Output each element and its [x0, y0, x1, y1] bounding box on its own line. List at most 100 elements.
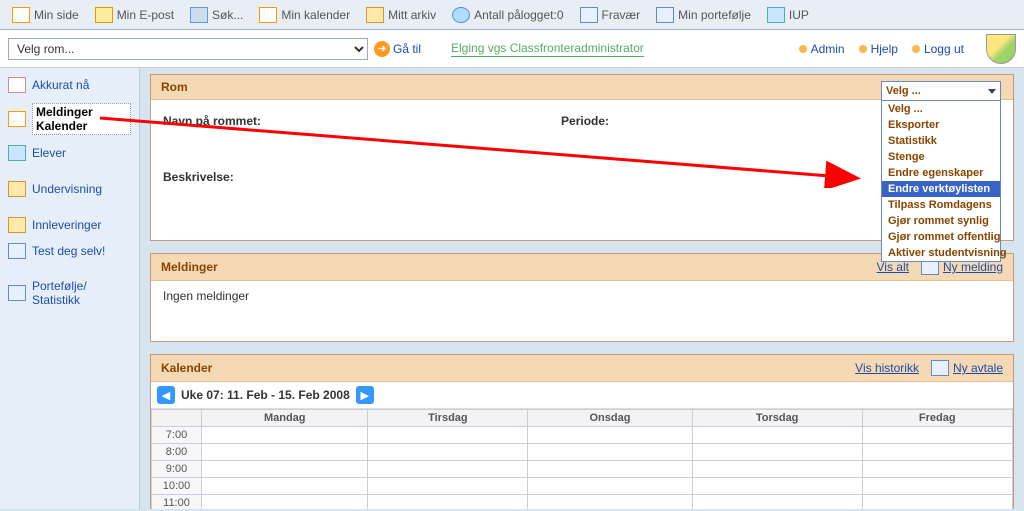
menu-min-side[interactable]: Min side: [6, 5, 85, 25]
rom-panel-header: Rom Velg ... Velg ...EksporterStatistikk…: [151, 75, 1013, 100]
calendar-time-cell: 8:00: [152, 444, 202, 461]
calendar-cell[interactable]: [528, 461, 692, 478]
page-icon: [8, 77, 26, 93]
calendar-row: 11:00: [152, 495, 1013, 510]
calendar-cell[interactable]: [862, 427, 1012, 444]
menu-iup[interactable]: IUP: [761, 5, 815, 25]
calendar-cell[interactable]: [368, 478, 528, 495]
rom-action-option[interactable]: Endre verktøylisten: [882, 181, 1000, 197]
menu-label: Min side: [34, 8, 79, 22]
kalender-panel-header: Kalender Vis historikk Ny avtale: [151, 355, 1013, 382]
calendar-cell[interactable]: [862, 495, 1012, 510]
calendar-cell[interactable]: [692, 427, 862, 444]
sidebar-item-innleveringer[interactable]: Innleveringer: [0, 212, 139, 238]
menu-fravaer[interactable]: Fravær: [574, 5, 647, 25]
menu-mitt-arkiv[interactable]: Mitt arkiv: [360, 5, 442, 25]
menu-min-epost[interactable]: Min E-post: [89, 5, 180, 25]
calendar-cell[interactable]: [692, 444, 862, 461]
calendar-cell[interactable]: [862, 478, 1012, 495]
shield-logo-icon: [986, 34, 1016, 64]
select-current-value: Velg ...: [886, 85, 921, 97]
rom-action-option[interactable]: Endre egenskaper: [882, 165, 1000, 181]
calendar-cell[interactable]: [528, 444, 692, 461]
no-messages-text: Ingen meldinger: [163, 289, 249, 303]
calendar-cell[interactable]: [202, 478, 368, 495]
calendar-cell[interactable]: [862, 461, 1012, 478]
go-label: Gå til: [393, 42, 421, 56]
menu-antall-palogget[interactable]: Antall pålogget:0: [446, 5, 569, 25]
document-icon: [580, 7, 598, 23]
calendar-cell[interactable]: [368, 461, 528, 478]
view-history-link[interactable]: Vis historikk: [855, 360, 919, 376]
sidebar-item-label: Portefølje/ Statistikk: [32, 279, 131, 307]
calendar-cell[interactable]: [202, 444, 368, 461]
main-content: Rom Velg ... Velg ...EksporterStatistikk…: [140, 68, 1024, 509]
new-appointment-link[interactable]: Ny avtale: [931, 360, 1003, 376]
calendar-cell[interactable]: [528, 495, 692, 510]
document-icon: [656, 7, 674, 23]
sidebar-item-elever[interactable]: Elever: [0, 140, 139, 166]
calendar-cell[interactable]: [862, 444, 1012, 461]
new-appointment-icon: [931, 360, 949, 376]
calendar-time-cell: 11:00: [152, 495, 202, 510]
menu-min-portefolje[interactable]: Min portefølje: [650, 5, 757, 25]
chevron-down-icon: [988, 89, 996, 94]
calendar-cell[interactable]: [202, 461, 368, 478]
rom-action-option[interactable]: Velg ...: [882, 101, 1000, 117]
rom-action-select[interactable]: Velg ... Velg ...EksporterStatistikkSten…: [881, 81, 1001, 262]
calendar-cell[interactable]: [528, 427, 692, 444]
calendar-cell[interactable]: [528, 478, 692, 495]
people-icon: [190, 7, 208, 23]
rom-action-option[interactable]: Eksporter: [882, 117, 1000, 133]
sidebar-item-akkurat-na[interactable]: Akkurat nå: [0, 72, 139, 98]
calendar-icon: [12, 7, 30, 23]
rom-action-select-head[interactable]: Velg ...: [881, 81, 1001, 101]
meldinger-panel: Meldinger Vis alt Ny melding Ingen meldi…: [150, 253, 1014, 342]
rom-action-option[interactable]: Gjør rommet offentlig: [882, 229, 1000, 245]
admin-link[interactable]: Admin: [799, 42, 845, 56]
calendar-cell[interactable]: [368, 495, 528, 510]
room-nav-bar: Velg rom... ➜ Gå til Elging vgs Classfro…: [0, 30, 1024, 68]
sidebar-item-label: Undervisning: [32, 182, 102, 196]
rom-action-option[interactable]: Statistikk: [882, 133, 1000, 149]
calendar-cell[interactable]: [692, 495, 862, 510]
classfronter-admin-link[interactable]: Elging vgs Classfronteradministrator: [451, 41, 644, 57]
calendar-table: MandagTirsdagOnsdagTorsdagFredag 7:008:0…: [151, 409, 1013, 509]
menu-min-kalender[interactable]: Min kalender: [253, 5, 356, 25]
calendar-cell[interactable]: [368, 427, 528, 444]
calendar-cell[interactable]: [202, 495, 368, 510]
rom-action-option[interactable]: Stenge: [882, 149, 1000, 165]
link-label: Ny avtale: [953, 361, 1003, 375]
calendar-cell[interactable]: [368, 444, 528, 461]
rom-action-options-list: Velg ...EksporterStatistikkStengeEndre e…: [881, 101, 1001, 262]
mail-icon: [95, 7, 113, 23]
rom-action-option[interactable]: Gjør rommet synlig: [882, 213, 1000, 229]
sidebar-item-test-deg-selv[interactable]: Test deg selv!: [0, 238, 139, 264]
next-week-button[interactable]: ▶: [356, 386, 374, 404]
sidebar-item-undervisning[interactable]: Undervisning: [0, 176, 139, 202]
calendar-day-header: Tirsdag: [368, 410, 528, 427]
go-button[interactable]: ➜ Gå til: [374, 41, 421, 57]
dot-icon: [859, 45, 867, 53]
rom-action-option[interactable]: Tilpass Romdagens: [882, 197, 1000, 213]
menu-label: Min portefølje: [678, 8, 751, 22]
calendar-time-cell: 10:00: [152, 478, 202, 495]
help-link[interactable]: Hjelp: [859, 42, 898, 56]
globe-icon: [452, 7, 470, 23]
sidebar-item-portefolje-statistikk[interactable]: Portefølje/ Statistikk: [0, 274, 139, 312]
menu-sok[interactable]: Søk...: [184, 5, 249, 25]
calendar-time-cell: 7:00: [152, 427, 202, 444]
folder-icon: [366, 7, 384, 23]
calendar-cell[interactable]: [202, 427, 368, 444]
sidebar-item-label: Akkurat nå: [32, 78, 89, 92]
calendar-cell[interactable]: [692, 461, 862, 478]
menu-label: Fravær: [602, 8, 641, 22]
prev-week-button[interactable]: ◀: [157, 386, 175, 404]
logout-link[interactable]: Logg ut: [912, 42, 964, 56]
room-select-dropdown[interactable]: Velg rom...: [8, 38, 368, 60]
rom-action-option[interactable]: Aktiver studentvisning: [882, 245, 1000, 261]
sidebar-item-meldinger-kalender[interactable]: Meldinger Kalender: [0, 98, 139, 140]
calendar-day-header: Mandag: [202, 410, 368, 427]
kalender-panel: Kalender Vis historikk Ny avtale ◀ Uke 0…: [150, 354, 1014, 509]
calendar-cell[interactable]: [692, 478, 862, 495]
